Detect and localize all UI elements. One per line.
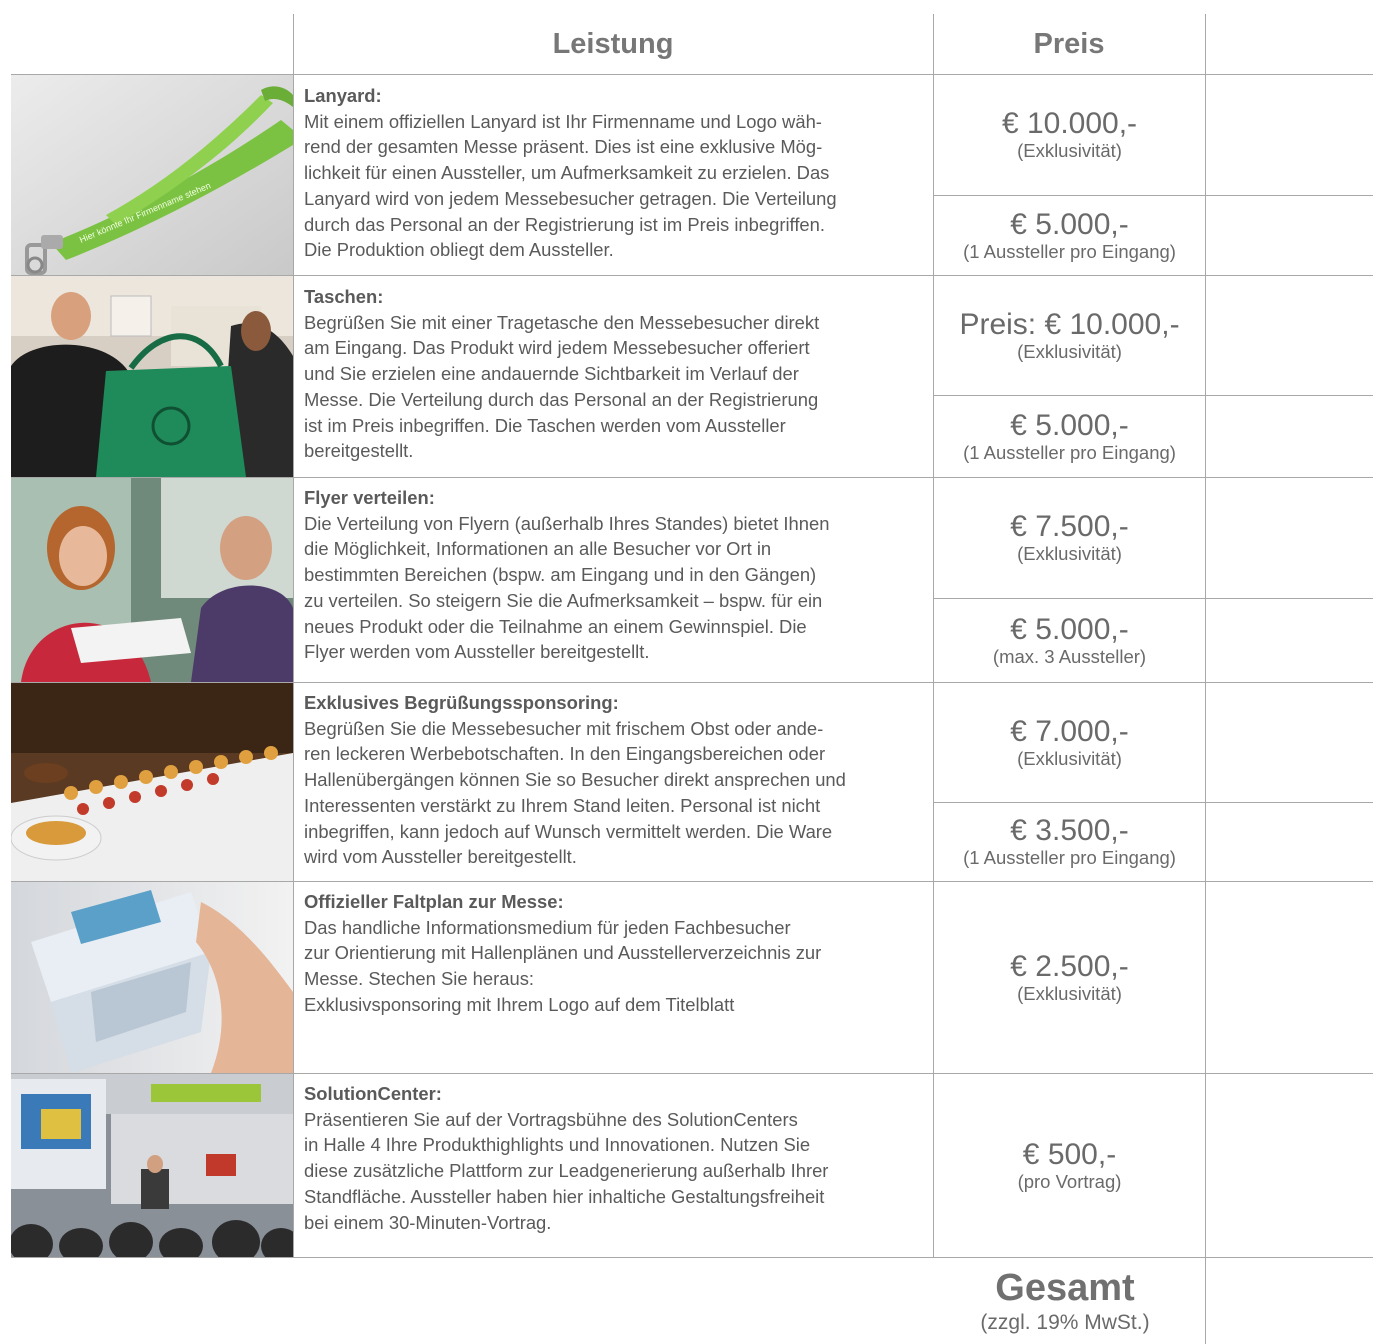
price-cell: € 2.500,- (Exklusivität) — [934, 882, 1205, 1073]
price-note: (Exklusivität) — [1017, 340, 1122, 362]
row-begruessungssponsoring: Exklusives Begrüßungssponsoring: Begrüße… — [11, 683, 1373, 881]
price-value: € 10.000,- — [1001, 107, 1138, 140]
price-value: € 500,- — [1022, 1137, 1117, 1171]
row-body: Das handliche Informationsmedium für jed… — [304, 916, 822, 1015]
price-cell: € 3.500,- (1 Aussteller pro Eingang) — [934, 803, 1205, 881]
total-note: (zzgl. 19% MwSt.) — [980, 1311, 1150, 1334]
flyer-photo — [11, 478, 293, 682]
price-cell: € 5.000,- (max. 3 Aussteller) — [934, 599, 1205, 682]
row-title: Exklusives Begrüßungssponsoring: — [304, 692, 619, 713]
row-body: Begrüßen Sie die Messebesucher mit frisc… — [304, 717, 846, 868]
lanyard-description: Lanyard: Mit einem offiziellen Lanyard i… — [304, 83, 924, 263]
price-value: Preis: € 10.000,- — [959, 307, 1180, 341]
row-faltplan: Offizieller Faltplan zur Messe: Das hand… — [11, 882, 1373, 1073]
header-preis: Preis — [1033, 27, 1105, 60]
price-value: € 5.000,- — [1010, 207, 1129, 241]
price-value: € 3.500,- — [1010, 814, 1129, 847]
buffet-photo — [11, 683, 293, 881]
price-value: € 5.000,- — [1010, 408, 1129, 442]
total-label: Gesamt — [995, 1267, 1135, 1309]
row-lanyard: Hier könnte Ihr Firmenname stehen Lanyar… — [11, 75, 1373, 275]
row-title: Offizieller Faltplan zur Messe: — [304, 891, 564, 912]
row-title: SolutionCenter: — [304, 1083, 442, 1104]
price-cell: Preis: € 10.000,- (Exklusivität) — [934, 276, 1205, 395]
row-flyer: Flyer verteilen: Die Verteilung von Flye… — [11, 478, 1373, 682]
row-body: Die Verteilung von Flyern (außerhalb Ihr… — [304, 512, 830, 663]
price-note: (Exklusivität) — [1017, 747, 1122, 769]
price-note: (Exklusivität) — [1017, 140, 1122, 161]
price-cell: € 500,- (pro Vortrag) — [934, 1074, 1205, 1257]
row-rule — [11, 1257, 1373, 1258]
row-body: Mit einem offiziellen Lanyard ist Ihr Fi… — [304, 110, 837, 261]
price-note: (1 Aussteller pro Eingang) — [963, 240, 1176, 262]
price-cell: € 7.500,- (Exklusivität) — [934, 478, 1205, 598]
price-note: (max. 3 Aussteller) — [992, 645, 1147, 667]
row-title: Lanyard: — [304, 85, 382, 106]
row-taschen: Taschen: Begrüßen Sie mit einer Tragetas… — [11, 276, 1373, 477]
price-cell: € 7.000,- (Exklusivität) — [934, 683, 1205, 802]
solutioncenter-description: SolutionCenter: Präsentieren Sie auf der… — [304, 1081, 924, 1235]
row-solutioncenter: SolutionCenter: Präsentieren Sie auf der… — [11, 1074, 1373, 1257]
faltplan-description: Offizieller Faltplan zur Messe: Das hand… — [304, 889, 924, 1018]
price-value: € 7.000,- — [1010, 714, 1129, 748]
flyer-description: Flyer verteilen: Die Verteilung von Flye… — [304, 485, 924, 665]
faltplan-photo — [11, 882, 293, 1073]
taschen-description: Taschen: Begrüßen Sie mit einer Tragetas… — [304, 284, 924, 464]
header-leistung: Leistung — [552, 27, 674, 60]
row-title: Taschen: — [304, 286, 384, 307]
price-cell: € 5.000,- (1 Aussteller pro Eingang) — [934, 396, 1205, 477]
lanyard-photo: Hier könnte Ihr Firmenname stehen — [11, 75, 293, 275]
price-note: (pro Vortrag) — [1017, 1170, 1122, 1192]
price-note: (Exklusivität) — [1017, 982, 1122, 1004]
price-cell: € 10.000,- (Exklusivität) — [934, 75, 1205, 195]
row-title: Flyer verteilen: — [304, 487, 435, 508]
price-value: € 2.500,- — [1010, 949, 1129, 983]
price-note: (Exklusivität) — [1017, 543, 1122, 564]
begruessungssponsoring-description: Exklusives Begrüßungssponsoring: Begrüße… — [304, 690, 924, 870]
price-value: € 7.500,- — [1010, 510, 1129, 543]
row-body: Präsentieren Sie auf der Vortragsbühne d… — [304, 1108, 829, 1233]
price-value: € 5.000,- — [1010, 612, 1129, 646]
price-note: (1 Aussteller pro Eingang) — [963, 847, 1176, 868]
row-body: Begrüßen Sie mit einer Tragetasche den M… — [304, 311, 820, 462]
taschen-photo — [11, 276, 293, 477]
price-note: (1 Aussteller pro Eingang) — [963, 441, 1176, 463]
total-block: Gesamt (zzgl. 19% MwSt.) — [940, 1266, 1190, 1336]
price-cell: € 5.000,- (1 Aussteller pro Eingang) — [934, 196, 1205, 275]
solutioncenter-photo — [11, 1074, 293, 1257]
